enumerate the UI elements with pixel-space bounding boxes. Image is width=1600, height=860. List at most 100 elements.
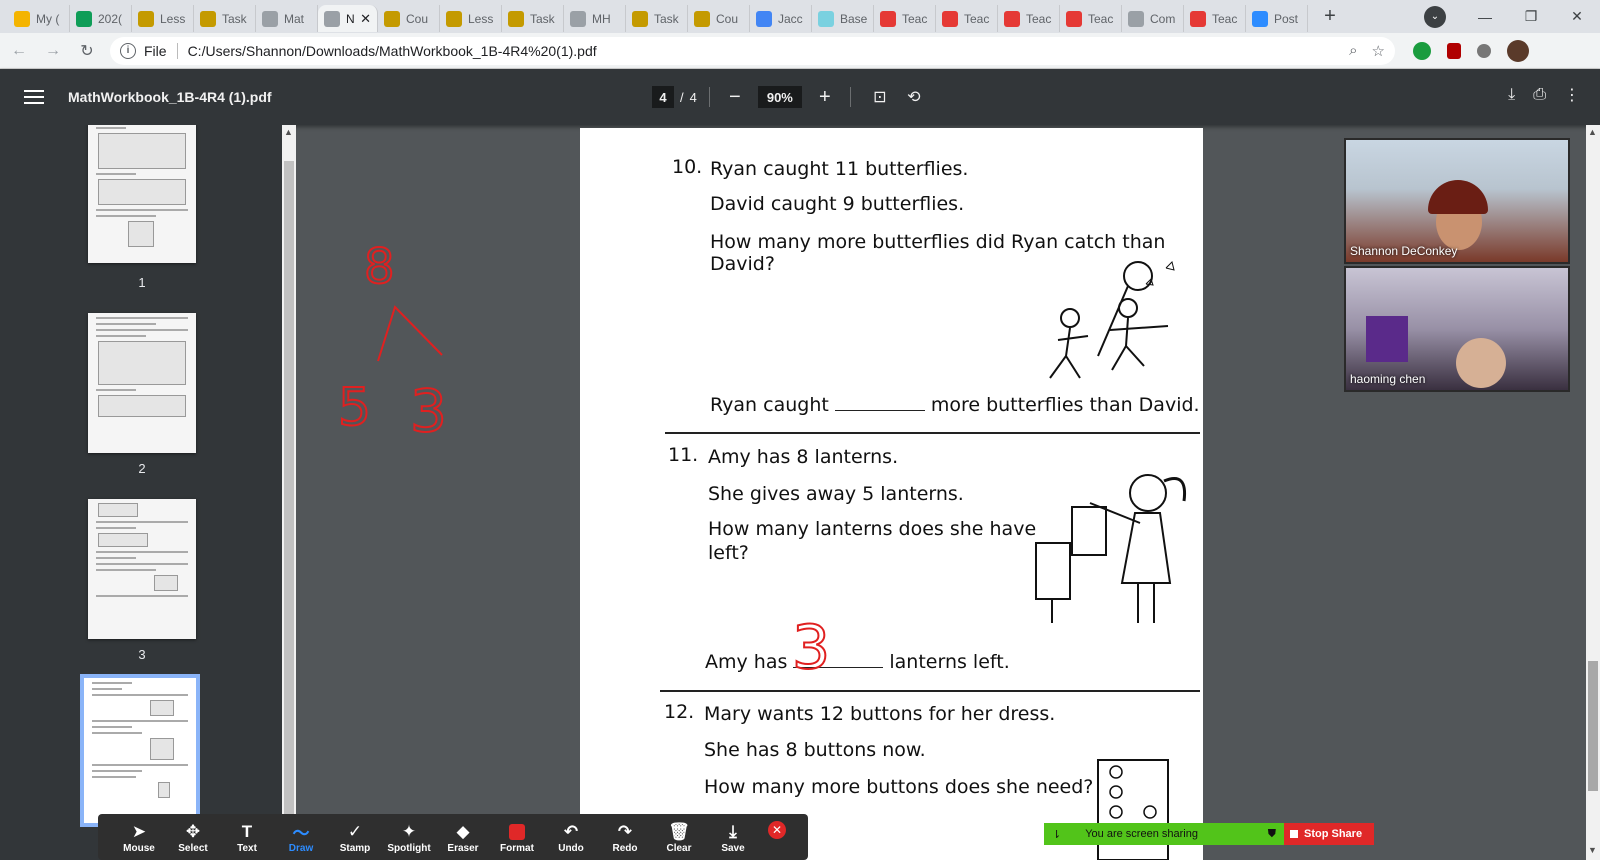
back-icon[interactable]: ← (4, 36, 34, 66)
browser-tab[interactable]: Teac (1060, 5, 1122, 32)
extensions-puzzle-icon[interactable] (1477, 43, 1491, 58)
browser-tab[interactable]: Task (194, 5, 256, 32)
close-annotation-icon[interactable]: ✕ (768, 821, 786, 839)
sidebar-scrollbar[interactable]: ▲ (282, 125, 296, 860)
bookmark-star-icon[interactable]: ☆ (1372, 42, 1385, 60)
browser-tab[interactable]: Base (812, 5, 874, 32)
browser-tab[interactable]: Teac (1184, 5, 1246, 32)
forward-icon[interactable]: → (38, 36, 68, 66)
scroll-down-icon[interactable]: ▼ (1588, 845, 1597, 855)
annotation-tool-format[interactable]: Format (490, 821, 544, 854)
browser-tab[interactable]: Teac (874, 5, 936, 32)
annotation-tool-text[interactable]: T Text (220, 821, 274, 854)
close-window-button[interactable]: ✕ (1554, 0, 1600, 33)
document-scroll-thumb[interactable] (1588, 661, 1598, 791)
browser-tab[interactable]: Task (502, 5, 564, 32)
tab-close-icon[interactable]: ✕ (360, 11, 371, 27)
zoom-in-button[interactable]: + (812, 86, 838, 109)
participant-hair (1428, 180, 1488, 214)
browser-tab[interactable]: Com (1122, 5, 1184, 32)
zoom-level-input[interactable]: 90% (757, 86, 802, 108)
annotation-tool-save[interactable]: ⤓ Save (706, 821, 760, 854)
tool-label: Select (178, 842, 208, 854)
reload-icon[interactable]: ↻ (72, 36, 102, 66)
annotation-tool-mouse[interactable]: ➤ Mouse (112, 821, 166, 854)
drawn-right-number: 3 (410, 377, 447, 445)
browser-tab[interactable]: MH (564, 5, 626, 32)
browser-tab[interactable]: Post (1246, 5, 1308, 32)
browser-tab[interactable]: Teac (998, 5, 1060, 32)
tab-favicon-icon (446, 10, 462, 27)
annotation-tool-spotlight[interactable]: ✦ Spotlight (382, 821, 436, 854)
thumbnail-page-4[interactable] (80, 674, 200, 827)
scroll-up-icon[interactable]: ▲ (1588, 127, 1597, 137)
browser-tab[interactable]: N ✕ (318, 5, 378, 32)
browser-tab[interactable]: Less (440, 5, 502, 32)
stop-share-button[interactable]: Stop Share (1284, 823, 1374, 845)
minimize-button[interactable]: — (1462, 0, 1508, 33)
address-scheme: File (144, 42, 167, 59)
zoom-icon[interactable]: ⌕ (1349, 42, 1357, 60)
answer-prefix: Amy has (705, 651, 788, 673)
browser-tab[interactable]: Jacc (750, 5, 812, 32)
extension-green-icon[interactable] (1413, 41, 1431, 60)
maximize-button[interactable]: ❐ (1508, 0, 1554, 33)
browser-tab[interactable]: Cou (378, 5, 440, 32)
annotation-tool-eraser[interactable]: ◆ Eraser (436, 821, 490, 854)
site-info-icon[interactable]: i (120, 42, 136, 59)
tab-favicon-icon (76, 10, 92, 27)
thumbnail-page-3[interactable] (88, 499, 196, 639)
sidebar-scroll-thumb[interactable] (284, 161, 294, 843)
tab-label: Teac (1212, 11, 1238, 26)
tab-search-icon[interactable]: ⌄ (1424, 5, 1446, 28)
profile-avatar[interactable] (1507, 39, 1529, 62)
tab-label: Post (1274, 11, 1299, 26)
annotation-tool-stamp[interactable]: ✓ Stamp (328, 821, 382, 854)
annotation-tool-select[interactable]: ✥ Select (166, 821, 220, 854)
extensions-area (1413, 39, 1529, 62)
address-bar[interactable]: i File C:/Users/Shannon/Downloads/MathWo… (110, 36, 1395, 65)
annotation-tool-undo[interactable]: ↶ Undo (544, 821, 598, 854)
background-screen (1366, 316, 1408, 362)
browser-tab[interactable]: Cou (688, 5, 750, 32)
more-options-icon[interactable]: ⋮ (1564, 85, 1580, 105)
browser-tab[interactable]: Task (626, 5, 688, 32)
tab-favicon-icon (818, 10, 834, 27)
section-divider (665, 432, 1200, 434)
menu-icon[interactable] (24, 86, 44, 108)
page-number-input[interactable]: 4 (652, 86, 674, 108)
print-icon[interactable]: ⎙ (1533, 86, 1546, 104)
download-icon[interactable]: ⤓ (1508, 86, 1515, 104)
drawn-top-number: 8 (364, 239, 395, 295)
thumbnail-page-1[interactable] (88, 125, 196, 263)
browser-tab[interactable]: Teac (936, 5, 998, 32)
participant-video-tile[interactable]: haoming chen (1344, 266, 1570, 392)
participant-video-tile[interactable]: Shannon DeConkey (1344, 138, 1570, 264)
annotation-tool-redo[interactable]: ↷ Redo (598, 821, 652, 854)
tool-label: Redo (612, 842, 638, 854)
browser-tab[interactable]: My ( (8, 5, 70, 32)
browser-tab[interactable]: 202( (70, 5, 132, 32)
browser-tab[interactable]: Less (132, 5, 194, 32)
thumbnail-page-2[interactable] (88, 313, 196, 453)
fit-page-icon[interactable]: ⊡ (868, 85, 892, 109)
document-scrollbar[interactable]: ▲ ▼ (1586, 125, 1600, 860)
extension-ublock-icon[interactable] (1447, 42, 1461, 59)
rotate-icon[interactable]: ⟲ (902, 85, 926, 109)
answer-prefix: Ryan caught (710, 394, 829, 416)
address-url[interactable]: C:/Users/Shannon/Downloads/MathWorkbook_… (188, 43, 597, 59)
annotation-tool-clear[interactable]: 🗑 Clear (652, 821, 706, 854)
zoom-out-button[interactable]: − (722, 86, 748, 109)
thumbnail-sidebar: 1 2 3 4 ▲ (0, 125, 296, 860)
tool-label: Text (237, 842, 257, 854)
browser-tab[interactable]: Mat (256, 5, 318, 32)
tab-favicon-icon (200, 10, 216, 27)
tool-label: Eraser (447, 842, 479, 854)
tab-label: Teac (1026, 11, 1052, 26)
new-tab-button[interactable]: + (1316, 3, 1344, 31)
answer-blank[interactable] (834, 393, 925, 411)
question-text: left? (708, 542, 749, 564)
sharing-status-text: You are screen sharing (1085, 828, 1198, 840)
scroll-up-icon[interactable]: ▲ (284, 127, 293, 137)
annotation-tool-draw[interactable]: 〜 Draw (274, 821, 328, 854)
